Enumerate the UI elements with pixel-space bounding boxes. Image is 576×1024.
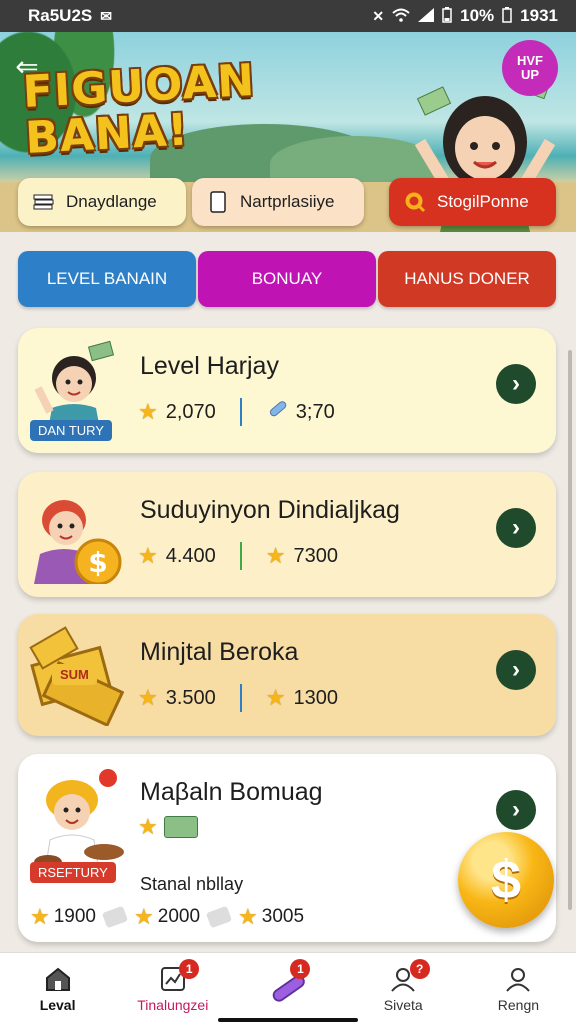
status-bar: Ra5U2S ✉ ✕ 10% 1931 (0, 0, 576, 32)
stat-value: 3005 (261, 906, 305, 927)
chevron-right-icon[interactable]: › (496, 790, 536, 830)
card-stats: ★ 4.400 ★ 7300 (138, 542, 338, 570)
nav-rengn[interactable]: Rengn (461, 953, 576, 1024)
phone-icon (206, 191, 230, 213)
bottom-nav: Leval 1 Tinalungzei 1 ? Siveta Rengn (0, 952, 576, 1024)
notification-badge: ? (409, 959, 430, 979)
list-item-minjtal-beroka[interactable]: SUM Minjtal Beroka ★ 3.500 ★ 1300 › (18, 614, 556, 736)
battery-icon (442, 6, 452, 26)
stack-icon (32, 191, 56, 213)
star-icon: ★ (30, 904, 50, 929)
nav-tinalungzei[interactable]: 1 Tinalungzei (115, 953, 230, 1024)
stat-value: 1300 (293, 686, 339, 709)
tab-bonuay[interactable]: BONUAY (198, 251, 376, 307)
stat-value: 2,070 (165, 400, 216, 423)
star-icon: ★ (138, 399, 158, 424)
stat-value: 1900 (53, 906, 97, 927)
star-icon: ★ (238, 904, 258, 929)
nav-leval[interactable]: Leval (0, 953, 115, 1024)
search-icon (403, 191, 427, 213)
divider (239, 398, 242, 426)
mute-icon: ✕ (372, 7, 385, 24)
divider (239, 684, 242, 712)
eraser-icon (205, 905, 233, 929)
card-tag: DAN TURY (30, 420, 112, 441)
carrier-label: Ra5U2S (28, 6, 93, 25)
promo-badge[interactable]: HVF UP (502, 40, 558, 96)
clock: 1931 (520, 6, 558, 25)
chip-nartprlasiiye[interactable]: Nartprlasiiye (192, 178, 364, 226)
chip-dnaydlange[interactable]: Dnaydlange (18, 178, 186, 226)
chip-label: StogilPonne (437, 192, 529, 211)
battery-percent: 10% (460, 6, 495, 25)
battery-outline-icon (502, 6, 512, 26)
eraser-icon (101, 905, 129, 929)
chevron-right-icon[interactable]: › (496, 364, 536, 404)
card-title: Maβaln Bomuag (140, 778, 323, 806)
home-indicator[interactable] (218, 1018, 358, 1022)
card-title: Suduyinyon Dindialjkag (140, 496, 400, 524)
star-icon: ★ (265, 685, 286, 710)
home-icon (44, 965, 72, 993)
tab-level-banain[interactable]: LEVEL BANAIN (18, 251, 196, 307)
star-icon: ★ (138, 685, 158, 710)
nav-center[interactable]: 1 (230, 953, 345, 1024)
notification-badge: 1 (179, 959, 200, 979)
nav-label: Tinalungzei (137, 996, 209, 1013)
chip-label: Nartprlasiiye (240, 192, 335, 211)
stat-value: 7300 (293, 544, 339, 567)
svg-text:$: $ (88, 546, 107, 579)
chip-stogilponne[interactable]: StogilPonne (389, 178, 556, 226)
nav-siveta[interactable]: ? Siveta (346, 953, 461, 1024)
nav-label: Rengn (497, 996, 540, 1013)
stat-value: 4.400 (165, 544, 216, 567)
card-tag: RSEFTURY (30, 862, 116, 883)
profile-icon (504, 965, 532, 993)
girl-with-coin-illustration: $ (34, 500, 122, 584)
category-tabs: LEVEL BANAIN BONUAY HANUS DONER (18, 251, 556, 307)
star-icon: ★ (138, 814, 158, 839)
wifi-icon (392, 8, 410, 25)
divider (239, 542, 242, 570)
card-title: Minjtal Beroka (140, 638, 299, 666)
card-mini-icons: ★ (138, 814, 198, 840)
tab-hanus-doner[interactable]: HANUS DONER (378, 251, 556, 307)
paperclip-icon (266, 398, 288, 426)
money-icon (163, 816, 198, 838)
signal-icon (418, 7, 435, 25)
stat-value: 3;70 (295, 400, 335, 423)
card-subtitle: Stanal nbllay (140, 874, 244, 894)
chevron-right-icon[interactable]: › (496, 508, 536, 548)
hero-banner: ⇐ FIGUOAN BANA! HVF UP Dnaydlange Nartpr… (0, 32, 576, 232)
card-title: Level Harjay (140, 352, 279, 380)
list-item-level-harjay[interactable]: DAN TURY Level Harjay ★ 2,070 3;70 › (18, 328, 556, 453)
scrollbar[interactable] (568, 350, 572, 910)
nav-label: Leval (39, 996, 76, 1013)
card-stats: ★ 3.500 ★ 1300 (138, 684, 338, 712)
card-tag: SUM (52, 664, 97, 685)
star-icon: ★ (265, 543, 286, 568)
star-icon: ★ (138, 543, 158, 568)
stat-value: 2000 (157, 906, 201, 927)
star-icon: ★ (134, 904, 154, 929)
chip-label: Dnaydlange (66, 192, 157, 211)
list-item-suduyinyon[interactable]: $ Suduyinyon Dindialjkag ★ 4.400 ★ 7300 … (18, 472, 556, 597)
coin-button[interactable]: $ (458, 832, 554, 928)
stat-value: 3.500 (165, 686, 216, 709)
mail-icon: ✉ (100, 7, 112, 24)
card-stats: ★ 1900 ★ 2000 ★ 3005 (30, 904, 304, 930)
nav-label: Siveta (383, 996, 423, 1013)
hero-title: FIGUOAN BANA! (22, 55, 257, 164)
card-stats: ★ 2,070 3;70 (138, 398, 335, 426)
chevron-right-icon[interactable]: › (496, 650, 536, 690)
